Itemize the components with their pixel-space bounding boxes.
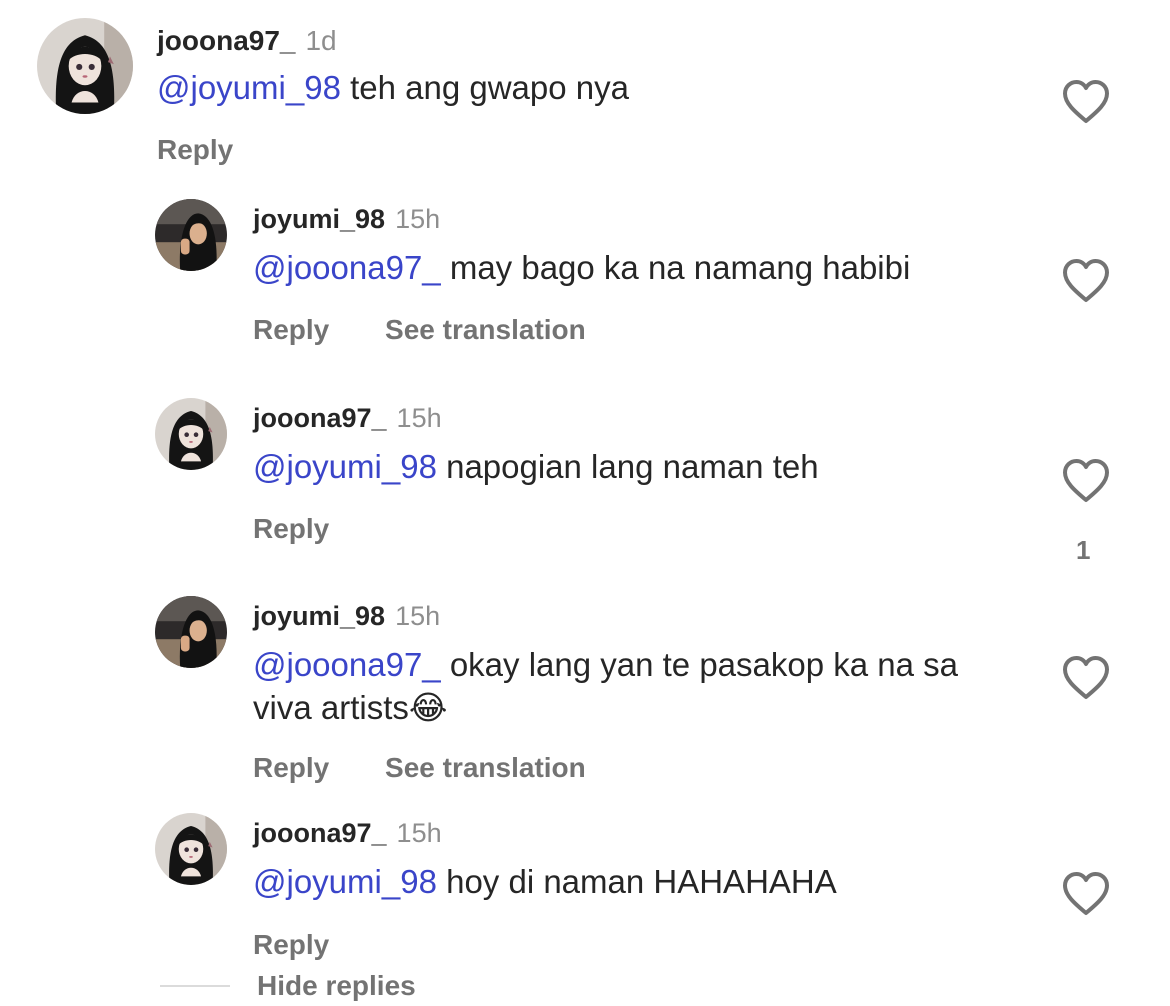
heart-icon[interactable]	[1060, 870, 1112, 918]
comment-actions: Reply	[157, 136, 233, 164]
timestamp: 1d	[305, 25, 337, 56]
comment-text: @joyumi_98 hoy di naman HAHAHAHA	[253, 860, 1043, 903]
heart-icon[interactable]	[1060, 654, 1112, 702]
mention-link[interactable]: @joyumi_98	[157, 69, 341, 106]
comment-body: teh ang gwapo nya	[340, 69, 629, 106]
anime-girl-avatar-icon	[155, 398, 227, 470]
timestamp: 15h	[395, 601, 441, 631]
timestamp: 15h	[396, 818, 442, 848]
comment-body: hoy di naman HAHAHAHA	[436, 863, 837, 900]
comment-header: jooona97_ 1d	[157, 27, 337, 55]
hide-replies-row: Hide replies	[257, 972, 416, 1000]
reply-button[interactable]: Reply	[253, 316, 329, 344]
heart-icon[interactable]	[1060, 257, 1112, 305]
comment-text: @joyumi_98 napogian lang naman teh	[253, 445, 1043, 488]
divider-line	[160, 985, 230, 987]
comment-actions: Reply	[253, 931, 329, 959]
avatar[interactable]	[155, 398, 227, 470]
comment-actions: Reply See translation	[253, 754, 586, 782]
comment-header: joyumi_98 15h	[253, 206, 440, 233]
comment-header: jooona97_ 15h	[253, 405, 442, 432]
comment-actions: Reply See translation	[253, 316, 586, 344]
comment-text: @jooona97_ may bago ka na namang habibi	[253, 246, 1043, 289]
comment-header: joyumi_98 15h	[253, 603, 440, 630]
see-translation-button[interactable]: See translation	[385, 754, 586, 782]
avatar[interactable]	[155, 813, 227, 885]
reply-button[interactable]: Reply	[253, 754, 329, 782]
anime-girl-avatar-icon	[37, 18, 133, 114]
avatar[interactable]	[155, 596, 227, 668]
mention-link[interactable]: @joyumi_98	[253, 863, 437, 900]
laughing-emoji-icon: 😂	[408, 689, 448, 726]
reply-button[interactable]: Reply	[253, 515, 329, 543]
mention-link[interactable]: @jooona97_	[253, 249, 441, 286]
comment-actions: Reply	[253, 515, 329, 543]
hide-replies-button[interactable]: Hide replies	[257, 972, 416, 1000]
user-photo-avatar-icon	[155, 199, 227, 271]
comment-text: @joyumi_98 teh ang gwapo nya	[157, 66, 1017, 109]
anime-girl-avatar-icon	[155, 813, 227, 885]
username[interactable]: joyumi_98	[253, 204, 385, 234]
heart-icon[interactable]	[1060, 457, 1112, 505]
like-count[interactable]: 1	[1076, 535, 1090, 566]
timestamp: 15h	[395, 204, 441, 234]
timestamp: 15h	[396, 403, 442, 433]
comment-header: jooona97_ 15h	[253, 820, 442, 847]
reply-button[interactable]: Reply	[253, 931, 329, 959]
username[interactable]: jooona97_	[157, 25, 295, 56]
username[interactable]: jooona97_	[253, 818, 387, 848]
reply-button[interactable]: Reply	[157, 136, 233, 164]
see-translation-button[interactable]: See translation	[385, 316, 586, 344]
username[interactable]: jooona97_	[253, 403, 387, 433]
user-photo-avatar-icon	[155, 596, 227, 668]
avatar[interactable]	[155, 199, 227, 271]
avatar[interactable]	[37, 18, 133, 114]
heart-icon[interactable]	[1060, 78, 1112, 126]
username[interactable]: joyumi_98	[253, 601, 385, 631]
comment-body: napogian lang naman teh	[436, 448, 819, 485]
comment-text: @jooona97_ okay lang yan te pasakop ka n…	[253, 643, 1023, 729]
mention-link[interactable]: @joyumi_98	[253, 448, 437, 485]
comment-body: may bago ka na namang habibi	[440, 249, 911, 286]
mention-link[interactable]: @jooona97_	[253, 646, 441, 683]
